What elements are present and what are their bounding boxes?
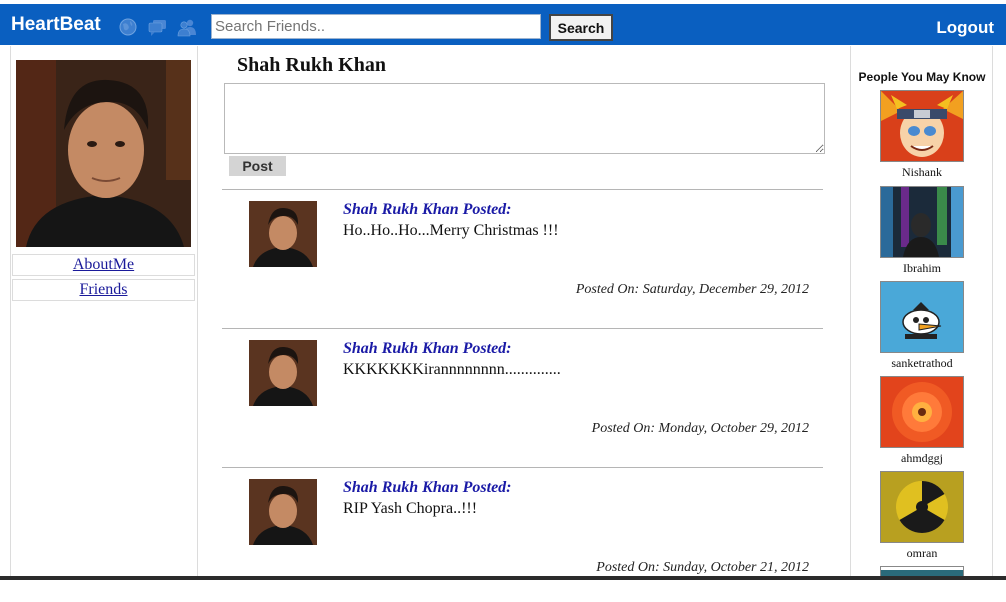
post-text: KKKKKKKirannnnnnnn.............. [343, 361, 561, 378]
suggested-person[interactable]: Nishank [880, 90, 964, 180]
brand-logo[interactable]: HeartBeat [11, 15, 101, 35]
person-avatar[interactable] [880, 376, 964, 448]
suggested-person[interactable]: sanketrathod [880, 281, 964, 371]
post-textarea[interactable] [224, 83, 825, 154]
post-author[interactable]: Shah Rukh Khan Posted: [343, 201, 512, 219]
post-date: Posted On: Saturday, December 29, 2012 [575, 282, 809, 297]
person-name[interactable]: omran [880, 546, 964, 561]
person-avatar[interactable] [880, 281, 964, 353]
post-author-thumbnail[interactable] [249, 201, 317, 267]
person-avatar[interactable] [880, 186, 964, 258]
post-button[interactable]: Post [229, 156, 286, 176]
person-name[interactable]: Nishank [880, 165, 964, 180]
top-navigation-bar: HeartBeat Search Logout [0, 4, 1006, 45]
post-item: Shah Rukh Khan Posted: RIP Yash Chopra..… [222, 467, 823, 602]
about-me-link[interactable]: AboutMe [12, 254, 195, 276]
post-text: Ho..Ho..Ho...Merry Christmas !!! [343, 222, 559, 239]
friends-link[interactable]: Friends [12, 279, 195, 301]
post-author[interactable]: Shah Rukh Khan Posted: [343, 340, 512, 358]
person-avatar[interactable] [880, 90, 964, 162]
post-text: RIP Yash Chopra..!!! [343, 500, 478, 517]
person-name[interactable]: sanketrathod [880, 356, 964, 371]
post-author-thumbnail[interactable] [249, 479, 317, 545]
messages-icon[interactable] [148, 17, 168, 37]
post-date: Posted On: Monday, October 29, 2012 [591, 421, 809, 436]
globe-icon[interactable] [118, 17, 138, 37]
post-item: Shah Rukh Khan Posted: KKKKKKKirannnnnnn… [222, 328, 823, 463]
post-author[interactable]: Shah Rukh Khan Posted: [343, 479, 512, 497]
suggested-person[interactable]: Ibrahim [880, 186, 964, 276]
search-button[interactable]: Search [549, 14, 613, 41]
profile-name: Shah Rukh Khan [237, 54, 386, 76]
profile-photo [16, 60, 191, 247]
window-bottom-edge [0, 576, 1006, 580]
post-item: Shah Rukh Khan Posted: Ho..Ho..Ho...Merr… [222, 189, 823, 324]
friends-icon[interactable] [177, 17, 197, 37]
search-input[interactable] [211, 14, 541, 39]
post-date: Posted On: Sunday, October 21, 2012 [596, 560, 809, 575]
post-author-thumbnail[interactable] [249, 340, 317, 406]
logout-link[interactable]: Logout [936, 18, 994, 38]
people-you-may-know-heading: People You May Know [858, 70, 986, 84]
suggested-person[interactable]: ahmdggj [880, 376, 964, 466]
person-name[interactable]: Ibrahim [880, 261, 964, 276]
suggested-person[interactable]: omran [880, 471, 964, 561]
person-name[interactable]: ahmdggj [880, 451, 964, 466]
person-avatar[interactable] [880, 471, 964, 543]
